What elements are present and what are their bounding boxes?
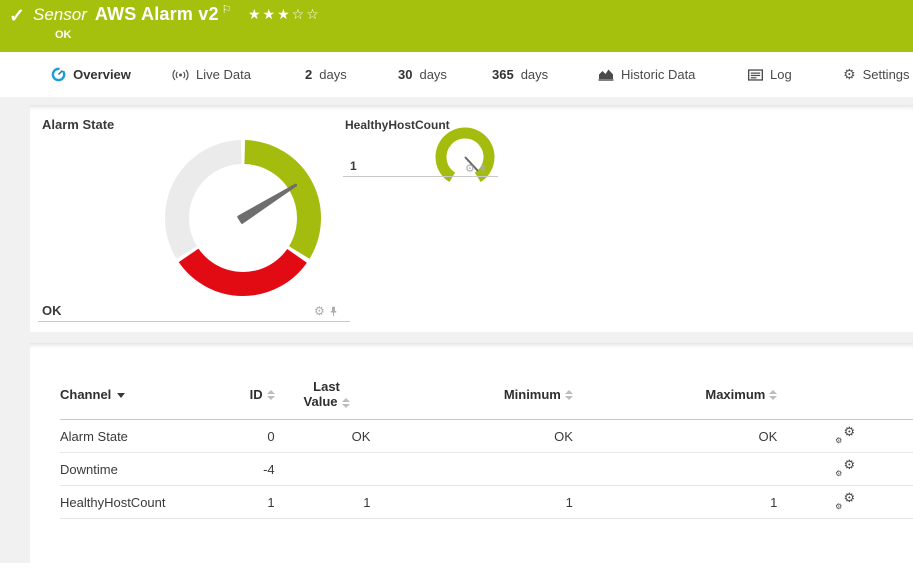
column-header-minimum-label: Minimum (504, 387, 561, 402)
gear-icon: ⚙ (844, 491, 856, 506)
cell-maximum: 1 (581, 486, 785, 519)
column-header-value-label: Value (304, 394, 338, 409)
gear-icon: ⚙ (844, 425, 856, 440)
table-row: Alarm State 0 OK OK OK ⚙⚙ (60, 420, 913, 453)
tab-2-days-label: days (319, 67, 346, 82)
column-header-last-value[interactable]: Last Value (283, 373, 379, 420)
column-header-actions (785, 373, 913, 420)
sensor-status: OK (55, 29, 72, 41)
gauges-panel: Alarm State OK ⚙ (30, 105, 913, 332)
column-header-id[interactable]: ID (243, 373, 283, 420)
sort-icon (342, 398, 350, 408)
column-header-maximum[interactable]: Maximum (581, 373, 785, 420)
column-header-last-label: Last (313, 379, 340, 394)
cell-minimum (378, 453, 580, 486)
cell-minimum: OK (378, 420, 580, 453)
tab-365-days-number: 365 (492, 67, 514, 82)
gauge-segment-nodata (177, 152, 241, 252)
channels-panel: Channel ID Last Value Minimum Maximum (30, 343, 913, 583)
cell-minimum: 1 (378, 486, 580, 519)
log-icon (748, 69, 763, 81)
flag-icon[interactable]: ⚐ (222, 3, 232, 16)
gauge-segment-alarm (189, 255, 297, 284)
tab-live-data-label: Live Data (196, 67, 251, 82)
cell-id: 1 (243, 486, 283, 519)
channels-table: Channel ID Last Value Minimum Maximum (60, 373, 913, 519)
tab-30-days-number: 30 (398, 67, 412, 82)
gear-icon: ⚙ (844, 458, 856, 473)
cell-channel: Alarm State (60, 420, 243, 453)
gear-icon[interactable]: ⚙ (465, 163, 475, 175)
gauge-tile-healthy-host-count[interactable]: HealthyHostCount 1 ⚙ (343, 113, 499, 193)
gear-icon: ⚙ (835, 502, 842, 511)
tab-2-days[interactable]: 2 days (305, 52, 347, 97)
tab-2-days-number: 2 (305, 67, 312, 82)
column-header-id-label: ID (250, 387, 263, 402)
gear-icon: ⚙ (843, 67, 856, 83)
tab-settings-label: Settings (863, 67, 910, 82)
content-area: Alarm State OK ⚙ (0, 97, 913, 563)
column-header-channel[interactable]: Channel (60, 373, 243, 420)
tab-live-data[interactable]: Live Data (172, 52, 251, 97)
pin-icon[interactable] (478, 164, 488, 174)
tab-365-days[interactable]: 365 days (492, 52, 548, 97)
tab-settings[interactable]: ⚙ Settings (843, 52, 910, 97)
table-row: Downtime -4 ⚙⚙ (60, 453, 913, 486)
channel-settings-icon[interactable]: ⚙⚙ (835, 492, 855, 510)
caret-down-icon (117, 393, 125, 398)
gauge-tile-alarm-state[interactable]: Alarm State OK ⚙ (30, 105, 352, 332)
column-header-maximum-label: Maximum (705, 387, 765, 402)
sort-icon (769, 390, 777, 400)
column-header-minimum[interactable]: Minimum (378, 373, 580, 420)
cell-channel: Downtime (60, 453, 243, 486)
tab-30-days-label: days (419, 67, 446, 82)
tab-30-days[interactable]: 30 days (398, 52, 447, 97)
tab-bar: Overview Live Data 2 days 30 days 365 da… (0, 52, 913, 97)
check-icon: ✓ (9, 5, 25, 28)
alarm-state-gauge (143, 118, 343, 318)
sort-icon (565, 390, 573, 400)
tab-historic-data-label: Historic Data (621, 67, 695, 82)
cell-id: 0 (243, 420, 283, 453)
divider (38, 321, 350, 322)
column-header-channel-label: Channel (60, 387, 111, 402)
gear-icon: ⚙ (835, 436, 842, 445)
gauge-value-label: 1 (350, 159, 357, 173)
tab-log[interactable]: Log (748, 52, 792, 97)
sensor-title: AWS Alarm v2 (95, 4, 219, 25)
gauge-title: Alarm State (42, 117, 114, 132)
cell-id: -4 (243, 453, 283, 486)
cell-last-value: OK (283, 420, 379, 453)
cell-last-value: 1 (283, 486, 379, 519)
gauge-segment-ok (245, 152, 309, 252)
gauge-icon (51, 67, 66, 82)
sort-icon (267, 390, 275, 400)
tab-historic-data[interactable]: Historic Data (598, 52, 695, 97)
tab-365-days-label: days (521, 67, 548, 82)
cell-last-value (283, 453, 379, 486)
table-row: HealthyHostCount 1 1 1 1 ⚙⚙ (60, 486, 913, 519)
sensor-header: ✓ Sensor AWS Alarm v2 ⚐ ★★★☆☆ OK (0, 0, 913, 52)
star-rating[interactable]: ★★★☆☆ (248, 7, 321, 23)
tab-log-label: Log (770, 67, 792, 82)
area-chart-icon (598, 68, 614, 81)
channel-settings-icon[interactable]: ⚙⚙ (835, 426, 855, 444)
cell-maximum (581, 453, 785, 486)
tab-overview-label: Overview (73, 67, 131, 82)
divider (343, 176, 498, 177)
tab-overview[interactable]: Overview (30, 52, 152, 100)
table-header-row: Channel ID Last Value Minimum Maximum (60, 373, 913, 420)
healthy-host-count-gauge (433, 123, 497, 187)
gear-icon: ⚙ (835, 469, 842, 478)
gear-icon[interactable]: ⚙ (314, 305, 325, 317)
broadcast-icon (172, 69, 189, 81)
cell-maximum: OK (581, 420, 785, 453)
sensor-kind-label: Sensor (33, 5, 87, 25)
channel-settings-icon[interactable]: ⚙⚙ (835, 459, 855, 477)
gauge-needle (239, 182, 298, 222)
gauge-value-label: OK (42, 303, 62, 318)
pin-icon[interactable] (328, 306, 339, 317)
cell-channel: HealthyHostCount (60, 486, 243, 519)
